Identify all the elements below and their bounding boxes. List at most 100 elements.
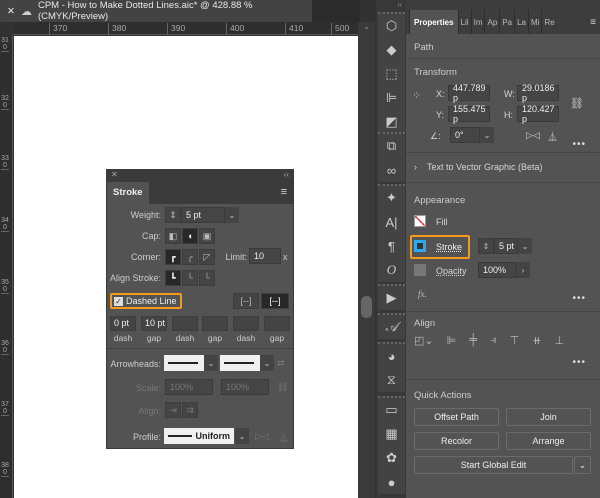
color-themes-icon[interactable]: ✿: [378, 446, 405, 470]
transform-icon[interactable]: ⬚: [378, 62, 405, 86]
links-icon[interactable]: ∞: [378, 158, 405, 182]
tab-image[interactable]: Im: [470, 10, 485, 34]
effects-button[interactable]: fx.: [418, 289, 427, 299]
align-outside-icon[interactable]: ┗: [199, 270, 215, 286]
generative-icon[interactable]: ✦: [378, 186, 405, 210]
weight-input[interactable]: 5 pt: [181, 207, 225, 223]
libraries-icon[interactable]: ◆: [378, 38, 405, 62]
flip-horizontal-icon[interactable]: ▷◁: [526, 130, 540, 141]
round-cap-icon[interactable]: ◖: [182, 228, 198, 244]
rotate-dropdown[interactable]: ⌄: [480, 127, 494, 143]
tab-appearance[interactable]: Ap: [484, 10, 499, 34]
limit-input[interactable]: 10: [249, 248, 281, 264]
close-tab-icon[interactable]: ✕: [7, 6, 15, 17]
x-input[interactable]: 447.789 p: [448, 83, 490, 103]
miter-join-icon[interactable]: ┏: [165, 249, 181, 265]
pathfinder-icon[interactable]: ◩: [378, 110, 405, 134]
document-tab[interactable]: ✕ ☁ CPM - How to Make Dotted Lines.aic* …: [0, 0, 312, 22]
panel-menu-icon[interactable]: ≡: [275, 182, 293, 204]
gap-input-3[interactable]: [264, 316, 290, 331]
global-edit-dropdown[interactable]: ⌄: [574, 456, 591, 474]
stroke-swatch[interactable]: [414, 240, 426, 252]
image-trace-icon[interactable]: ⧖: [378, 368, 405, 392]
dash-input-1[interactable]: 0 pt: [110, 316, 136, 331]
flip-along-icon[interactable]: ▷◁: [255, 431, 269, 442]
paragraph-icon[interactable]: ¶: [378, 234, 405, 258]
dash-input-2[interactable]: [172, 316, 198, 331]
projecting-cap-icon[interactable]: ▣: [199, 228, 215, 244]
swatches-icon[interactable]: ▦: [378, 422, 405, 446]
swap-arrowheads-icon[interactable]: ⇄: [277, 358, 285, 369]
collapse-icon[interactable]: ‹‹: [284, 170, 289, 182]
join-button[interactable]: Join: [506, 408, 591, 426]
opacity-expand-icon[interactable]: ›: [516, 262, 530, 278]
arrow-extend-icon[interactable]: ⇥: [165, 402, 181, 418]
weight-dropdown[interactable]: ⌄: [225, 207, 239, 223]
actions-icon[interactable]: ▶: [378, 286, 405, 310]
w-input[interactable]: 29.0186 p: [517, 83, 559, 103]
butt-cap-icon[interactable]: ◧: [165, 228, 181, 244]
tab-layers[interactable]: La: [514, 10, 528, 34]
profile-select[interactable]: Uniform: [164, 428, 234, 444]
text-to-vector-row[interactable]: › Text to Vector Graphic (Beta): [406, 153, 600, 183]
gap-input-1[interactable]: 10 pt: [141, 316, 167, 331]
profile-dropdown[interactable]: ⌄: [235, 428, 249, 444]
scroll-up-icon[interactable]: ⌃: [358, 26, 375, 35]
align-vcenter-icon[interactable]: ⧺: [532, 334, 541, 347]
constrain-proportions-icon[interactable]: ⛓: [570, 97, 584, 110]
collapse-strip-icon[interactable]: ‹‹: [376, 0, 406, 11]
link-scale-icon[interactable]: ⛓: [277, 382, 288, 393]
end-arrowhead-dropdown[interactable]: ⌄: [260, 355, 274, 371]
align-to-icon[interactable]: ◰⌄: [414, 334, 434, 347]
artboards-icon[interactable]: ⧉: [378, 134, 405, 158]
tab-re[interactable]: Re: [541, 10, 556, 34]
more-options-icon[interactable]: •••: [572, 293, 586, 304]
scrollbar-thumb[interactable]: [361, 296, 372, 318]
more-options-icon[interactable]: •••: [572, 357, 586, 368]
opacity-label[interactable]: Opacity: [436, 266, 467, 276]
start-global-edit-button[interactable]: Start Global Edit: [414, 456, 573, 474]
stroke-weight-dropdown[interactable]: ⌄: [518, 238, 532, 254]
stroke-label[interactable]: Stroke: [436, 242, 462, 252]
rotate-input[interactable]: 0°: [450, 127, 480, 143]
recolor-button[interactable]: Recolor: [414, 432, 499, 450]
tab-pathfinder[interactable]: Pa: [499, 10, 514, 34]
align-center-icon[interactable]: ┗: [165, 270, 181, 286]
flip-across-icon[interactable]: ⏅: [279, 431, 288, 444]
align-icon[interactable]: ⊫: [378, 86, 405, 110]
end-arrowhead-select[interactable]: [220, 355, 260, 371]
arrow-place-icon[interactable]: ⇉: [182, 402, 198, 418]
tab-properties[interactable]: Properties: [409, 10, 458, 34]
start-arrowhead-dropdown[interactable]: ⌄: [204, 355, 218, 371]
opacity-input[interactable]: 100%: [478, 262, 516, 278]
stroke-weight-stepper[interactable]: ⇕: [478, 238, 494, 254]
align-inside-icon[interactable]: ┗: [182, 270, 198, 286]
fill-swatch-none[interactable]: [414, 215, 426, 227]
symbols-icon[interactable]: ◕: [378, 344, 405, 368]
vertical-scrollbar[interactable]: ⌃: [358, 22, 375, 498]
character-icon[interactable]: A|: [378, 210, 405, 234]
reference-point-icon[interactable]: ⁘: [412, 89, 421, 102]
close-panel-icon[interactable]: ✕: [111, 170, 118, 182]
3d-icon[interactable]: ⬡: [378, 14, 405, 38]
arrange-button[interactable]: Arrange: [506, 432, 591, 450]
dashed-line-checkbox[interactable]: ✓: [114, 297, 123, 306]
stroke-tab[interactable]: Stroke: [107, 182, 149, 204]
align-bottom-icon[interactable]: ⊥: [554, 334, 564, 347]
panel-menu-icon[interactable]: ≡: [586, 17, 600, 34]
start-arrowhead-select[interactable]: [164, 355, 204, 371]
tab-mi[interactable]: Mi: [527, 10, 541, 34]
more-options-icon[interactable]: •••: [572, 139, 586, 150]
h-input[interactable]: 120.427 p: [517, 104, 559, 124]
gap-input-2[interactable]: [202, 316, 228, 331]
align-right-icon[interactable]: ⫣: [490, 334, 497, 347]
offset-path-button[interactable]: Offset Path: [414, 408, 499, 426]
dash-input-3[interactable]: [233, 316, 259, 331]
y-input[interactable]: 155.475 p: [448, 104, 490, 124]
stroke-weight-input[interactable]: 5 pt: [494, 238, 518, 254]
glyphs-icon[interactable]: 𝒜: [378, 315, 405, 339]
preserve-dash-icon[interactable]: [--]: [233, 293, 259, 309]
align-top-icon[interactable]: ⊤: [510, 334, 520, 347]
align-left-icon[interactable]: ⊫: [447, 334, 457, 347]
gradient-icon[interactable]: ▭: [378, 398, 405, 422]
